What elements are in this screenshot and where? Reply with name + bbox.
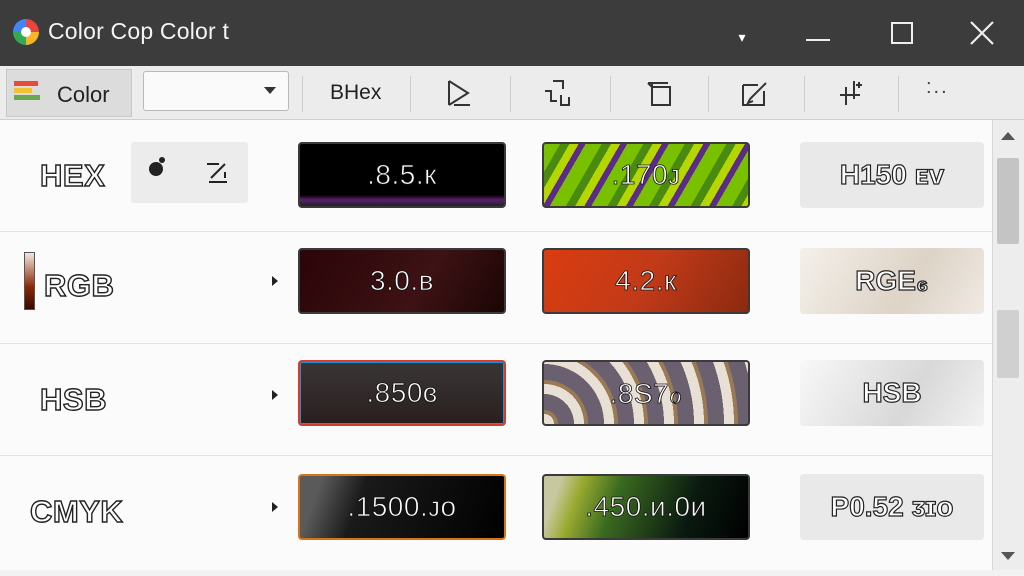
hex-row: HEX .8.5.к .170ᴊ H150 ᴇᴠ <box>0 120 992 232</box>
crosshair-icon[interactable] <box>830 74 870 112</box>
edit-icon[interactable] <box>734 74 774 112</box>
hsb-output[interactable]: HSB <box>800 360 984 426</box>
scroll-down-arrow-icon[interactable] <box>1001 552 1015 560</box>
minimize-icon <box>806 39 830 41</box>
toolbar-divider <box>708 76 709 112</box>
toolbar-divider <box>302 76 303 112</box>
color-tab-label: Color <box>57 82 110 107</box>
close-icon <box>970 21 994 45</box>
cmyk-swatch-2[interactable]: .450.ᴎ.0ᴎ <box>542 474 750 540</box>
vertical-scrollbar[interactable] <box>992 120 1024 570</box>
hsb-row: HSB .850ɞ .8S7ℴ HSB <box>0 344 992 456</box>
rgb-gradient-bar <box>24 252 35 310</box>
scrollbar-thumb-secondary[interactable] <box>997 310 1019 378</box>
color-values-panel: HEX .8.5.к .170ᴊ H150 ᴇᴠ RGB 3.0.в 4.2.к… <box>0 120 992 570</box>
toolbar-divider <box>610 76 611 112</box>
rgb-swatch-2[interactable]: 4.2.к <box>542 248 750 314</box>
cmyk-row: CMYK .1500.ᴊo .450.ᴎ.0ᴎ P0.52 ᴣɪo <box>0 456 992 568</box>
toolbar: Color BHex :.. <box>0 66 1024 120</box>
eyedropper-dots-icon[interactable] <box>149 157 165 176</box>
color-tab-button[interactable]: Color <box>6 69 132 117</box>
app-logo-icon <box>13 19 39 45</box>
hsb-swatch-2[interactable]: .8S7ℴ <box>542 360 750 426</box>
cmyk-swatch-1[interactable]: .1500.ᴊo <box>298 474 506 540</box>
row-label: HEX <box>39 157 106 193</box>
window-title: Color Cop Color t <box>48 18 230 44</box>
toolbar-divider <box>898 76 899 112</box>
hex-swatch-1[interactable]: .8.5.к <box>298 142 506 208</box>
bhex-button[interactable]: BHex <box>330 81 381 105</box>
title-bar: Color Cop Color t ▾ <box>0 0 1024 66</box>
copy-icon[interactable] <box>638 74 678 112</box>
hsb-swatch-1[interactable]: .850ɞ <box>298 360 506 426</box>
rgb-swatch-1[interactable]: 3.0.в <box>298 248 506 314</box>
minimize-button[interactable] <box>780 0 856 66</box>
row-label: HSB <box>39 381 107 417</box>
cmyk-output[interactable]: P0.52 ᴣɪo <box>800 474 984 540</box>
hex-swatch-2[interactable]: .170ᴊ <box>542 142 750 208</box>
toolbar-divider <box>804 76 805 112</box>
window-menu-dropdown-icon[interactable]: ▾ <box>704 0 780 66</box>
expand-arrow-icon[interactable] <box>272 276 278 286</box>
resize-icon[interactable] <box>537 74 577 112</box>
toolbar-divider <box>410 76 411 112</box>
scroll-up-arrow-icon[interactable] <box>1001 132 1015 140</box>
rgb-row: RGB 3.0.в 4.2.к RGE₆ <box>0 232 992 344</box>
toolbar-divider <box>510 76 511 112</box>
format-dropdown[interactable] <box>143 71 289 111</box>
row-label: RGB <box>43 267 115 303</box>
scrollbar-thumb[interactable] <box>997 158 1019 244</box>
rgb-output[interactable]: RGE₆ <box>800 248 984 314</box>
maximize-button[interactable] <box>864 0 940 66</box>
close-button[interactable] <box>944 0 1020 66</box>
row-label: CMYK <box>29 493 124 529</box>
chevron-down-icon <box>264 87 276 94</box>
expand-arrow-icon[interactable] <box>272 390 278 400</box>
send-icon[interactable] <box>438 74 478 112</box>
maximize-icon <box>891 22 913 44</box>
expand-arrow-icon[interactable] <box>272 502 278 512</box>
more-options-button[interactable]: :.. <box>926 76 949 99</box>
pencil-icon[interactable] <box>203 158 231 186</box>
hex-output[interactable]: H150 ᴇᴠ <box>800 142 984 208</box>
color-palette-icon <box>14 81 44 105</box>
hex-tools-group <box>131 142 248 203</box>
